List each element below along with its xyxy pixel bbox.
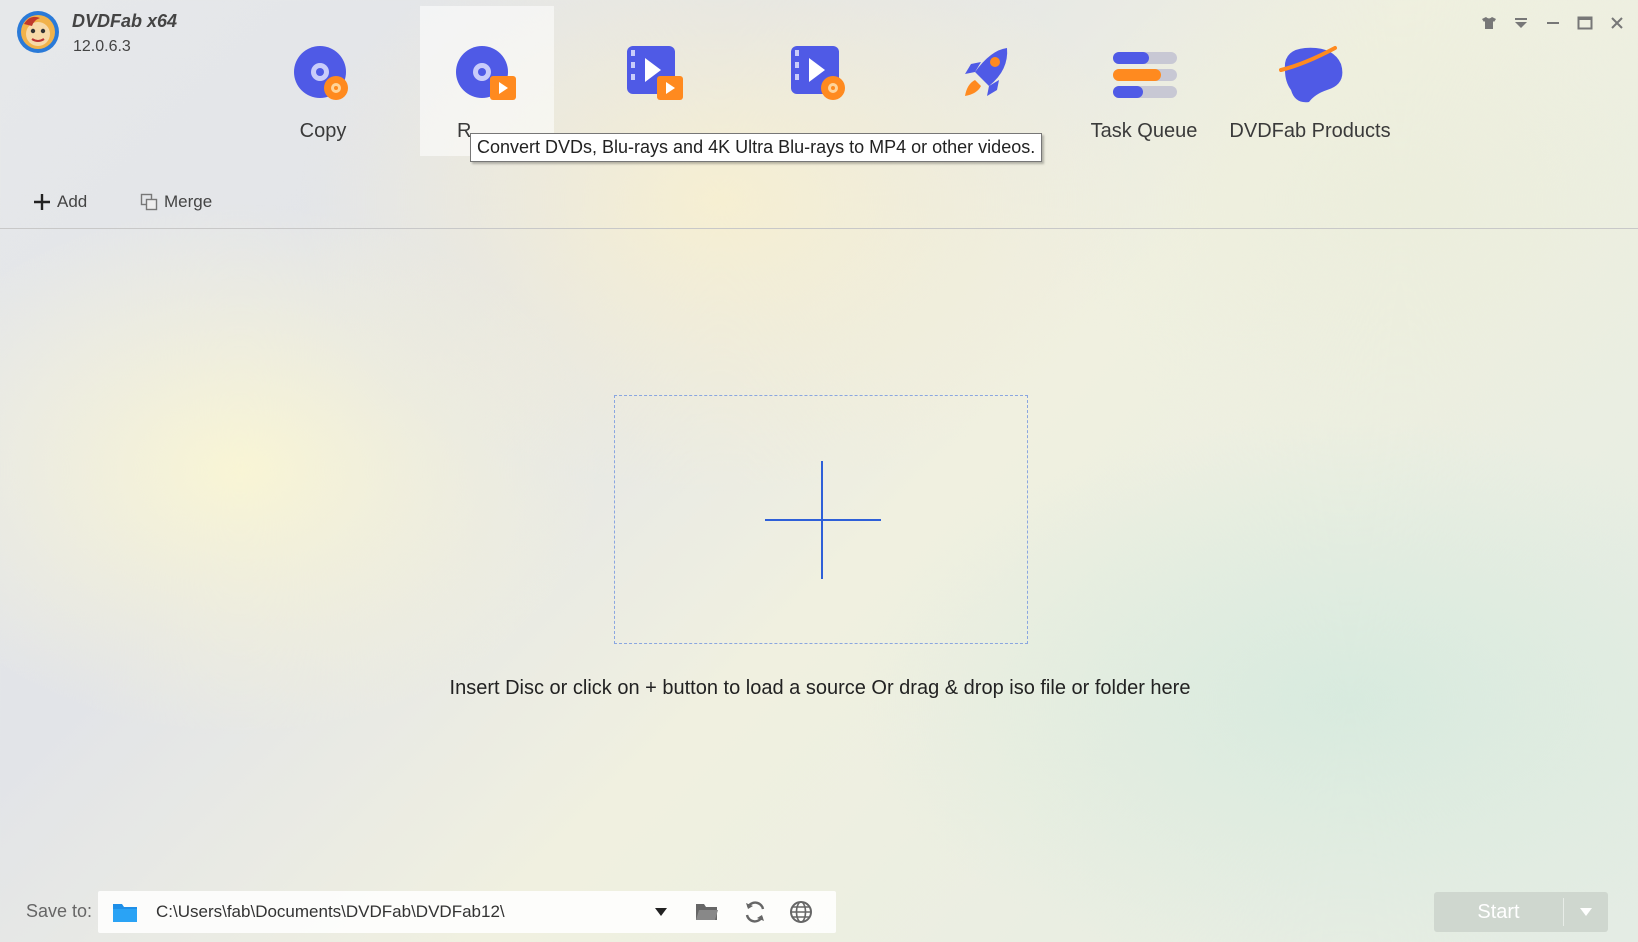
disc-ripper-icon	[452, 40, 522, 110]
module-task-queue[interactable]: Task Queue	[1074, 6, 1214, 156]
merge-icon	[140, 193, 158, 211]
dvdfab-products-icon	[1275, 40, 1345, 110]
start-options-dropdown-icon[interactable]	[1564, 892, 1608, 932]
dropzone-hint: Insert Disc or click on + button to load…	[449, 677, 1191, 699]
browse-folder-icon[interactable]	[692, 897, 722, 927]
module-copy[interactable]: Copy	[254, 6, 392, 156]
start-label: Start	[1477, 900, 1520, 923]
save-path-bar	[98, 891, 836, 933]
video-converter-icon	[619, 40, 689, 110]
source-dropzone[interactable]	[614, 395, 1028, 644]
path-dropdown-icon[interactable]	[646, 897, 676, 927]
disc-copy-icon	[288, 40, 358, 110]
video-creator-icon	[783, 40, 853, 110]
module-task-queue-label: Task Queue	[1090, 120, 1198, 142]
module-products-label: DVDFab Products	[1229, 120, 1391, 142]
folder-icon	[113, 904, 137, 922]
add-label: Add	[57, 192, 88, 211]
add-button[interactable]: Add	[33, 188, 87, 216]
add-source-plus-horizontal	[765, 519, 881, 521]
save-to-label: Save to:	[26, 901, 93, 921]
plus-icon	[34, 194, 50, 210]
merge-label: Merge	[164, 192, 213, 211]
globe-icon[interactable]	[786, 897, 816, 927]
module-products[interactable]: DVDFab Products	[1220, 6, 1400, 156]
module-tooltip: Convert DVDs, Blu-rays and 4K Ultra Blu-…	[470, 133, 1043, 162]
merge-button[interactable]: Merge	[140, 188, 212, 216]
toolbar: Add Merge	[0, 180, 1638, 229]
save-path-input[interactable]	[156, 902, 646, 922]
module-copy-label: Copy	[299, 120, 347, 142]
refresh-icon[interactable]	[740, 897, 770, 927]
rocket-icon	[951, 40, 1021, 110]
task-queue-icon	[1109, 40, 1179, 110]
start-button[interactable]: Start	[1434, 892, 1608, 932]
